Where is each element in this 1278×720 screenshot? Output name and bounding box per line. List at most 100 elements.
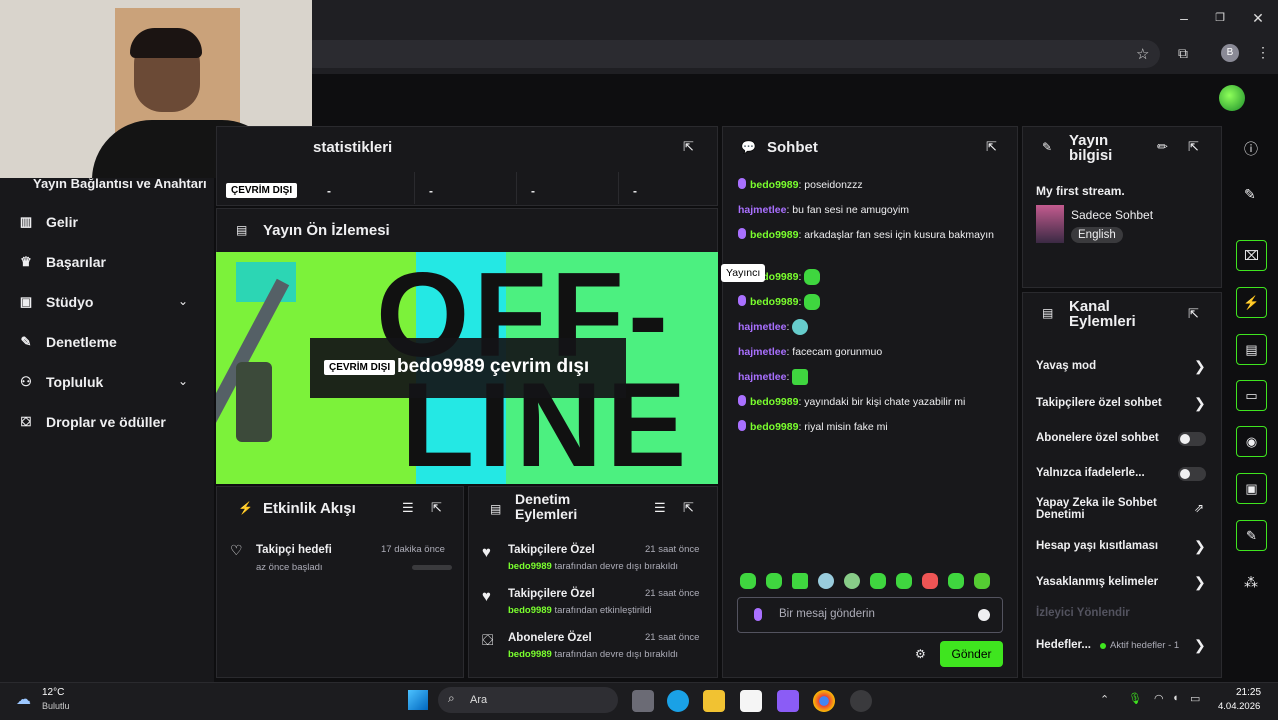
- chat-username[interactable]: bedo9989: [750, 229, 798, 241]
- emote-icon[interactable]: [792, 319, 809, 336]
- edit-pencil-icon[interactable]: ✏: [1157, 139, 1168, 155]
- chat-username[interactable]: hajmetlee: [738, 371, 786, 383]
- battery-icon[interactable]: ▭: [1190, 692, 1200, 705]
- emote-icon[interactable]: [766, 573, 782, 589]
- windows-start-icon[interactable]: [408, 690, 428, 710]
- volume-icon[interactable]: ◖: [1172, 692, 1179, 704]
- settings-gear-icon[interactable]: ⚙: [915, 647, 926, 661]
- weather-temp[interactable]: 12°C: [42, 687, 64, 698]
- sidebar-item-studio[interactable]: ▣ Stüdyo: [18, 287, 94, 317]
- external-link-icon[interactable]: ⇗: [1194, 501, 1204, 515]
- sidebar-item-stream-key[interactable]: Yayın Bağlantısı ve Anahtarı: [33, 176, 207, 191]
- maximize-button[interactable]: ❐: [1210, 8, 1230, 28]
- chevron-right-icon[interactable]: ❯: [1194, 538, 1206, 555]
- emote-icon[interactable]: [844, 573, 860, 589]
- chat-bubble-icon: 💬: [741, 140, 756, 154]
- clock-time[interactable]: 21:25: [1236, 687, 1261, 698]
- emote-icon[interactable]: [818, 573, 834, 589]
- chevron-down-icon[interactable]: ⌄: [178, 294, 188, 308]
- chat-username[interactable]: hajmetlee: [738, 346, 786, 358]
- filter-icon[interactable]: ☰: [654, 500, 666, 516]
- popout-icon[interactable]: ⇱: [1188, 306, 1199, 322]
- emote-icon[interactable]: [740, 573, 756, 589]
- info-icon[interactable]: ⓘ: [1244, 139, 1258, 159]
- emote-icon[interactable]: [896, 573, 912, 589]
- banned-words-row[interactable]: Yasaklanmış kelimeler: [1036, 576, 1208, 588]
- chat-username[interactable]: hajmetlee: [738, 321, 786, 333]
- chat-username[interactable]: bedo9989: [750, 396, 798, 408]
- popout-icon[interactable]: ⇱: [1188, 139, 1199, 155]
- chat-username[interactable]: bedo9989: [750, 179, 798, 191]
- emote-icon[interactable]: [792, 369, 809, 386]
- wrench-icon[interactable]: ✎: [1236, 520, 1267, 551]
- emote-icon[interactable]: [922, 573, 938, 589]
- edge-browser-icon[interactable]: [667, 690, 689, 712]
- wifi-icon[interactable]: ◠: [1154, 692, 1164, 705]
- sidebar-item-revenue[interactable]: ▥ Gelir: [18, 207, 78, 237]
- sidebar-item-drops[interactable]: ⛋ Droplar ve ödüller: [18, 407, 166, 437]
- mod-item-user[interactable]: bedo9989: [508, 605, 552, 616]
- chevron-right-icon[interactable]: ❯: [1194, 574, 1206, 591]
- mod-item-user[interactable]: bedo9989: [508, 649, 552, 660]
- send-button[interactable]: Gönder: [940, 641, 1003, 667]
- channel-icon[interactable]: ▣: [1236, 473, 1267, 504]
- chat-username[interactable]: bedo9989: [750, 421, 798, 433]
- popout-icon[interactable]: ⇱: [431, 500, 442, 516]
- chevron-up-icon[interactable]: ⌃: [1100, 693, 1109, 706]
- app-icon[interactable]: [777, 690, 799, 712]
- chevron-down-icon[interactable]: ⌄: [178, 374, 188, 388]
- chat-username[interactable]: hajmetlee: [738, 204, 786, 216]
- clock-date[interactable]: 4.04.2026: [1218, 701, 1260, 712]
- emotes-only-toggle[interactable]: [1178, 467, 1206, 481]
- category-name: Sadece Sohbet: [1071, 208, 1154, 222]
- browser-menu-icon[interactable]: ⋮: [1256, 44, 1270, 61]
- sidebar-item-achievements[interactable]: ♛ Başarılar: [18, 247, 106, 277]
- subs-only-toggle[interactable]: [1178, 432, 1206, 446]
- chrome-icon[interactable]: [813, 690, 835, 712]
- sidebar-item-community[interactable]: ⚇ Topluluk: [18, 367, 103, 397]
- extensions-icon[interactable]: ⧉: [1178, 45, 1188, 62]
- broadcast-icon[interactable]: ◉: [1236, 426, 1267, 457]
- emote-icon[interactable]: [974, 573, 990, 589]
- chevron-right-icon[interactable]: ❯: [1194, 637, 1206, 654]
- store-icon[interactable]: [740, 690, 762, 712]
- chevron-right-icon[interactable]: ❯: [1194, 395, 1206, 412]
- mod-item-user[interactable]: bedo9989: [508, 561, 552, 572]
- popout-icon[interactable]: ⇱: [683, 139, 694, 155]
- chevron-right-icon[interactable]: ❯: [1194, 358, 1206, 375]
- address-bar[interactable]: [300, 40, 1160, 68]
- obs-icon[interactable]: [850, 690, 872, 712]
- lightning-icon[interactable]: ⚡: [1236, 287, 1267, 318]
- chat-bubble-icon[interactable]: ▭: [1236, 380, 1267, 411]
- stream-preview[interactable]: OFF- LINE ÇEVRİM DIŞI bedo9989 çevrim dı…: [216, 252, 718, 484]
- user-avatar[interactable]: [1219, 85, 1245, 111]
- slow-mode-row[interactable]: Yavaş mod: [1036, 360, 1208, 372]
- profile-avatar[interactable]: B: [1221, 44, 1239, 62]
- emote-icon[interactable]: [792, 573, 808, 589]
- notes-icon[interactable]: ▤: [1236, 334, 1267, 365]
- taskbar-search[interactable]: [438, 687, 618, 713]
- followers-only-row[interactable]: Takipçilere özel sohbet: [1036, 397, 1208, 409]
- ai-moderation-row[interactable]: Yapay Zeka ile Sohbet Denetimi: [1036, 497, 1186, 521]
- filter-icon[interactable]: ☰: [402, 500, 414, 516]
- emoji-picker-icon[interactable]: [978, 609, 990, 621]
- account-age-row[interactable]: Hesap yaşı kısıtlaması: [1036, 540, 1208, 552]
- chat-username[interactable]: bedo9989: [750, 296, 798, 308]
- emote-icon[interactable]: [870, 573, 886, 589]
- minimize-button[interactable]: –: [1174, 8, 1194, 28]
- emote-icon[interactable]: [804, 294, 821, 311]
- bookmark-star-icon[interactable]: ☆: [1136, 45, 1149, 63]
- file-explorer-icon[interactable]: [703, 690, 725, 712]
- edit-pencil-icon[interactable]: ✎: [1244, 186, 1256, 203]
- emote-icon[interactable]: [948, 573, 964, 589]
- task-view-icon[interactable]: [632, 690, 654, 712]
- popout-icon[interactable]: ⇱: [683, 500, 694, 516]
- mod-item-desc: tarafından devre dışı bırakıldı: [551, 561, 679, 572]
- microphone-icon[interactable]: 🎙: [1128, 692, 1142, 705]
- close-button[interactable]: ✕: [1248, 8, 1268, 28]
- sidebar-item-moderation[interactable]: ✎ Denetleme: [18, 327, 117, 357]
- add-widget-icon[interactable]: ⁂: [1244, 574, 1258, 591]
- popout-icon[interactable]: ⇱: [986, 139, 997, 155]
- clip-icon[interactable]: ⌧: [1236, 240, 1267, 271]
- emote-icon[interactable]: [804, 269, 821, 286]
